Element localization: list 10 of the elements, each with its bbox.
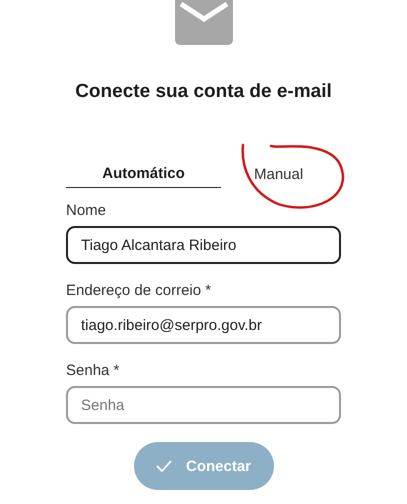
field-label: Senha * <box>66 362 120 379</box>
field-label: Endereço de correio * <box>66 282 212 299</box>
input-field[interactable]: Tiago Alcantara Ribeiro <box>66 226 341 264</box>
page-title: Conecte sua conta de e-mail <box>75 81 332 103</box>
tab[interactable]: Manual <box>254 161 304 188</box>
field-label: Nome <box>66 202 108 219</box>
tab[interactable]: Automático <box>66 161 221 188</box>
input-field[interactable]: Senha <box>66 386 341 424</box>
check-icon <box>156 460 172 472</box>
input-field[interactable]: tiago.ribeiro@serpro.gov.br <box>66 306 341 344</box>
